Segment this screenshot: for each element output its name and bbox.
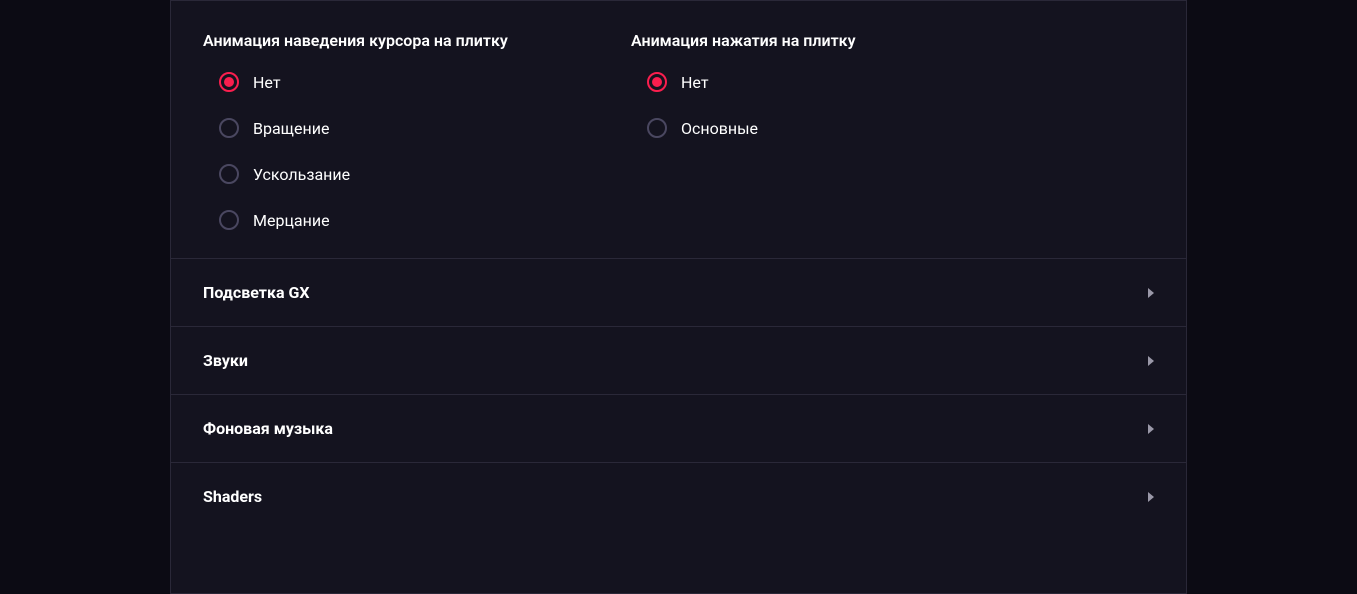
radio-icon	[647, 118, 667, 138]
radio-label: Вращение	[253, 119, 329, 138]
click-option-none[interactable]: Нет	[631, 72, 1011, 92]
chevron-right-icon	[1148, 288, 1154, 298]
click-group-title: Анимация нажатия на плитку	[631, 31, 1011, 50]
section-label: Звуки	[203, 351, 248, 370]
click-animation-group: Анимация нажатия на плитку Нет Основные	[631, 31, 1011, 230]
radio-label: Мерцание	[253, 211, 330, 230]
hover-group-title: Анимация наведения курсора на плитку	[203, 31, 583, 50]
hover-option-flicker[interactable]: Мерцание	[203, 210, 583, 230]
hover-option-rotation[interactable]: Вращение	[203, 118, 583, 138]
chevron-right-icon	[1148, 356, 1154, 366]
animations-section: Анимация наведения курсора на плитку Нет…	[171, 0, 1186, 258]
hover-option-none[interactable]: Нет	[203, 72, 583, 92]
section-label: Shaders	[203, 487, 262, 506]
radio-label: Нет	[681, 73, 709, 92]
radio-icon	[219, 118, 239, 138]
radio-label: Нет	[253, 73, 281, 92]
chevron-right-icon	[1148, 424, 1154, 434]
section-gx-lighting[interactable]: Подсветка GX	[171, 258, 1186, 326]
hover-option-slide[interactable]: Ускользание	[203, 164, 583, 184]
chevron-right-icon	[1148, 492, 1154, 502]
section-background-music[interactable]: Фоновая музыка	[171, 394, 1186, 462]
section-sounds[interactable]: Звуки	[171, 326, 1186, 394]
click-option-basic[interactable]: Основные	[631, 118, 1011, 138]
radio-icon	[647, 72, 667, 92]
radio-icon	[219, 210, 239, 230]
hover-animation-group: Анимация наведения курсора на плитку Нет…	[203, 31, 583, 230]
section-label: Подсветка GX	[203, 283, 310, 302]
settings-panel: Анимация наведения курсора на плитку Нет…	[170, 0, 1187, 594]
radio-label: Ускользание	[253, 165, 350, 184]
radio-icon	[219, 164, 239, 184]
section-label: Фоновая музыка	[203, 419, 333, 438]
section-shaders[interactable]: Shaders	[171, 462, 1186, 530]
radio-label: Основные	[681, 119, 758, 138]
radio-icon	[219, 72, 239, 92]
